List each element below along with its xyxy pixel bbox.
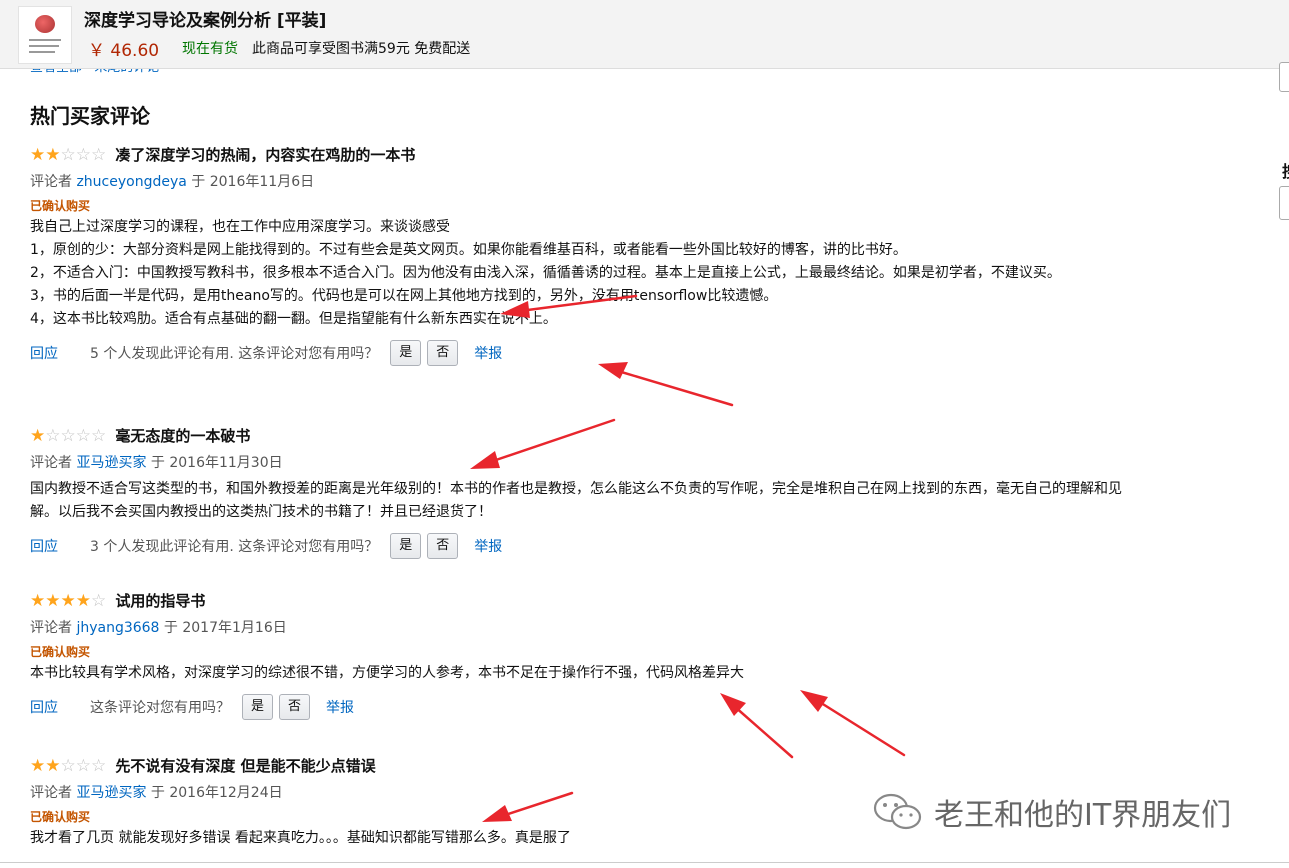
review-body: 本书比较具有学术风格，对深度学习的综述很不错，方便学习的人参考，本书不足在于操作… — [30, 662, 1130, 685]
helpful-yes-button[interactable]: 是 — [390, 340, 422, 366]
review-meta: 评论者 jhyang3668 于 2017年1月16日 — [30, 617, 1130, 637]
review-date: 于 2017年1月16日 — [163, 620, 287, 636]
verified-purchase-badge: 已确认购买 — [30, 199, 91, 213]
side-panel-input[interactable] — [1279, 186, 1289, 220]
cover-text-line — [29, 45, 59, 47]
helpful-no-button[interactable]: 否 — [427, 340, 459, 366]
star-full-icon: ★ — [30, 426, 46, 446]
review-meta: 评论者 亚马逊买家 于 2016年11月30日 — [30, 452, 1130, 472]
review-author[interactable]: zhuceyongdeya — [76, 174, 186, 190]
side-panel-control[interactable] — [1279, 62, 1289, 92]
star-empty-icon: ☆ — [45, 426, 61, 446]
product-price: ￥ 46.60 — [88, 41, 160, 61]
helpful-no-button[interactable]: 否 — [279, 694, 311, 720]
watermark-text: 老王和他的IT界朋友们 — [934, 798, 1232, 833]
review-paragraph: 我自己上过深度学习的课程，也在工作中应用深度学习。来谈谈感受 — [30, 219, 450, 235]
star-empty-icon: ☆ — [75, 145, 91, 165]
side-panel-glyph: 搜 — [1282, 158, 1289, 182]
star-empty-icon: ☆ — [75, 756, 91, 776]
review-author[interactable]: jhyang3668 — [76, 620, 159, 636]
review-actions: 回应 这条评论对您有用吗？ 是 否 举报 — [30, 694, 1130, 720]
review-title[interactable]: 毫无态度的一本破书 — [115, 427, 250, 445]
star-empty-icon: ☆ — [60, 426, 76, 446]
star-rating: ★★☆☆☆ — [30, 145, 106, 164]
verified-purchase-badge: 已确认购买 — [30, 645, 91, 659]
review-author[interactable]: 亚马逊买家 — [76, 455, 146, 471]
star-empty-icon: ☆ — [91, 756, 107, 776]
star-full-icon: ★ — [30, 756, 46, 776]
watermark: 老王和他的IT界朋友们 — [872, 790, 1231, 834]
red-arrow-annotation — [598, 362, 734, 407]
product-header: 深度学习导论及案例分析 [平装] ￥ 46.60 现在有货 此商品可享受图书满5… — [0, 0, 1289, 69]
review-paragraph: 本书比较具有学术风格，对深度学习的综述很不错，方便学习的人参考，本书不足在于操作… — [30, 665, 744, 681]
by-label: 评论者 — [30, 785, 72, 801]
product-title[interactable]: 深度学习导论及案例分析 [平装] — [84, 6, 326, 31]
helpful-yes-button[interactable]: 是 — [242, 694, 274, 720]
review-author[interactable]: 亚马逊买家 — [76, 785, 146, 801]
report-link[interactable]: 举报 — [474, 536, 502, 556]
cover-art-icon — [35, 15, 55, 33]
star-empty-icon: ☆ — [75, 426, 91, 446]
review-actions: 回应 5 个人发现此评论有用. 这条评论对您有用吗？ 是 否 举报 — [30, 340, 1130, 366]
review-title[interactable]: 试用的指导书 — [115, 592, 205, 610]
star-empty-icon: ☆ — [60, 756, 76, 776]
wechat-icon — [873, 793, 922, 830]
book-cover-thumbnail[interactable] — [18, 6, 72, 64]
star-empty-icon: ☆ — [91, 426, 107, 446]
star-full-icon: ★ — [75, 591, 91, 611]
cover-text-line — [29, 51, 55, 53]
section-title: 热门买家评论 — [30, 104, 150, 128]
star-full-icon: ★ — [60, 591, 76, 611]
review-date: 于 2016年12月24日 — [150, 785, 283, 801]
star-full-icon: ★ — [45, 145, 61, 165]
helpful-text: 5 个人发现此评论有用. 这条评论对您有用吗？ — [90, 346, 379, 362]
review-paragraph: 1，原创的少：大部分资料是网上能找得到的。不过有些会是英文网页。如果你能看维基百… — [30, 242, 907, 258]
review-title[interactable]: 先不说有没有深度 但是能不能少点错误 — [115, 757, 375, 775]
star-empty-icon: ☆ — [91, 145, 107, 165]
reply-link[interactable]: 回应 — [30, 697, 58, 717]
star-full-icon: ★ — [30, 591, 46, 611]
helpful-yes-button[interactable]: 是 — [390, 533, 422, 559]
review-date: 于 2016年11月30日 — [150, 455, 283, 471]
by-label: 评论者 — [30, 174, 72, 190]
star-full-icon: ★ — [30, 145, 46, 165]
review-paragraph: 4，这本书比较鸡肋。适合有点基础的翻一翻。但是指望能有什么新东西实在说不上。 — [30, 311, 557, 327]
star-rating: ★★★★☆ — [30, 591, 106, 610]
shipping-promo: 此商品可享受图书满59元 免费配送 — [252, 41, 471, 57]
star-rating: ★☆☆☆☆ — [30, 426, 106, 445]
review-title[interactable]: 凑了深度学习的热闹，内容实在鸡肋的一本书 — [115, 146, 415, 164]
reply-link[interactable]: 回应 — [30, 536, 58, 556]
star-rating: ★★☆☆☆ — [30, 756, 106, 775]
review-paragraph: 国内教授不适合写这类型的书，和国外教授差的距离是光年级别的！本书的作者也是教授，… — [30, 481, 1122, 520]
helpful-no-button[interactable]: 否 — [427, 533, 459, 559]
cover-text-line — [29, 39, 61, 41]
by-label: 评论者 — [30, 455, 72, 471]
divider — [0, 862, 1289, 863]
review-meta: 评论者 zhuceyongdeya 于 2016年11月6日 — [30, 171, 1130, 191]
by-label: 评论者 — [30, 620, 72, 636]
report-link[interactable]: 举报 — [326, 697, 354, 717]
star-full-icon: ★ — [45, 591, 61, 611]
review-item: ★★☆☆☆ 凑了深度学习的热闹，内容实在鸡肋的一本书 评论者 zhuceyong… — [30, 144, 1130, 366]
review-body: 国内教授不适合写这类型的书，和国外教授差的距离是光年级别的！本书的作者也是教授，… — [30, 478, 1130, 524]
helpful-text: 这条评论对您有用吗？ — [90, 700, 230, 716]
review-body: 我自己上过深度学习的课程，也在工作中应用深度学习。来谈谈感受 1，原创的少：大部… — [30, 216, 1130, 331]
review-paragraph: 3，书的后面一半是代码，是用theano写的。代码也是可以在网上其他地方找到的，… — [30, 288, 778, 304]
review-item: ★★★★☆ 试用的指导书 评论者 jhyang3668 于 2017年1月16日… — [30, 590, 1130, 720]
reply-link[interactable]: 回应 — [30, 343, 58, 363]
review-date: 于 2016年11月6日 — [191, 174, 315, 190]
review-item: ★☆☆☆☆ 毫无态度的一本破书 评论者 亚马逊买家 于 2016年11月30日 … — [30, 425, 1130, 559]
helpful-text: 3 个人发现此评论有用. 这条评论对您有用吗？ — [90, 539, 379, 555]
report-link[interactable]: 举报 — [474, 343, 502, 363]
review-actions: 回应 3 个人发现此评论有用. 这条评论对您有用吗？ 是 否 举报 — [30, 533, 1130, 559]
star-empty-icon: ☆ — [91, 591, 107, 611]
star-full-icon: ★ — [45, 756, 61, 776]
star-empty-icon: ☆ — [60, 145, 76, 165]
stock-status: 现在有货 — [182, 41, 238, 57]
review-paragraph: 2，不适合入门：中国教授写教科书，很多根本不适合入门。因为他没有由浅入深，循循善… — [30, 265, 1061, 281]
